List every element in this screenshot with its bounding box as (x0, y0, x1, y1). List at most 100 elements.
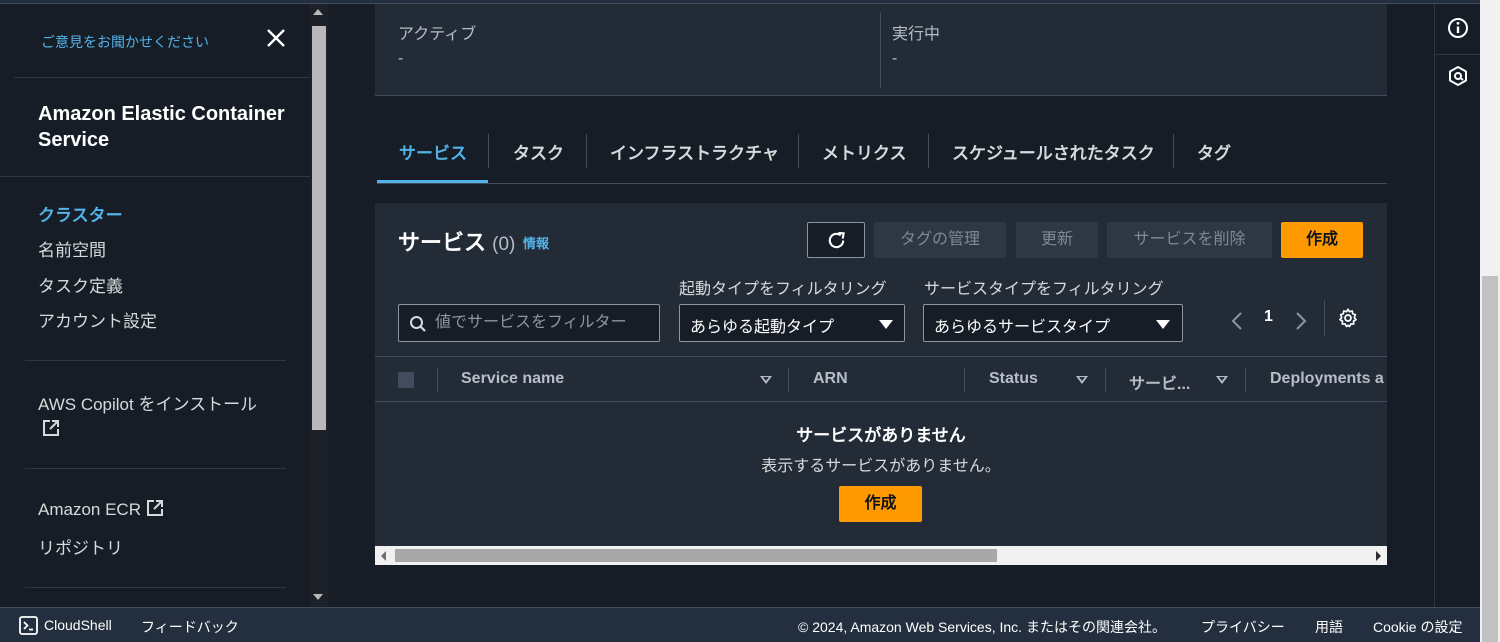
delete-service-button[interactable]: サービスを削除 (1107, 222, 1272, 258)
services-panel: サービス (0) 情報 タグの管理 更新 サービスを削除 作成 起動タイプをフィ… (375, 203, 1387, 565)
horizontal-scrollbar-thumb[interactable] (395, 549, 997, 562)
close-icon[interactable] (264, 26, 288, 50)
cloudshell-link[interactable]: CloudShell (44, 617, 112, 633)
column-divider (1105, 368, 1106, 392)
info-link[interactable]: 情報 (523, 233, 549, 252)
active-label: アクティブ (398, 26, 477, 43)
sidebar-item-clusters[interactable]: クラスター (38, 201, 123, 226)
search-icon (410, 316, 426, 332)
tab-divider (928, 134, 929, 168)
tab-scheduled-tasks[interactable]: スケジュールされたタスク (952, 139, 1155, 164)
active-tab-indicator (377, 180, 488, 183)
tab-divider (586, 134, 587, 168)
services-count: (0) (492, 234, 516, 255)
services-heading: サービス (0) (398, 225, 515, 257)
cluster-tabs: サービス タスク インフラストラクチャ メトリクス スケジュールされたタスク タ… (377, 130, 1387, 184)
gear-icon[interactable] (1337, 307, 1359, 329)
scroll-up-arrow[interactable] (313, 9, 323, 15)
pager-divider (1324, 300, 1325, 336)
launch-type-select[interactable]: あらゆる起動タイプ (679, 304, 905, 342)
footer-feedback-link[interactable]: フィードバック (141, 617, 239, 637)
column-divider (1245, 368, 1246, 392)
table-horizontal-scrollbar[interactable] (375, 546, 1387, 565)
column-divider (964, 368, 965, 392)
feedback-link[interactable]: ご意見をお聞かせください (41, 32, 209, 52)
sidebar-divider (0, 176, 310, 177)
col-status[interactable]: Status (989, 370, 1038, 388)
cloudshell-icon[interactable] (19, 616, 38, 635)
cookie-settings-link[interactable]: Cookie の設定 (1373, 617, 1462, 637)
settings-hex-icon[interactable] (1447, 65, 1469, 87)
privacy-link[interactable]: プライバシー (1201, 617, 1285, 637)
sidebar-item-task-definitions[interactable]: タスク定義 (38, 272, 123, 297)
running-value: - (892, 50, 898, 67)
search-input[interactable] (435, 313, 650, 333)
external-link-icon (146, 500, 163, 516)
sort-icon[interactable] (1076, 376, 1088, 384)
launch-type-value: あらゆる起動タイプ (690, 319, 835, 336)
sort-icon[interactable] (760, 376, 772, 384)
copyright-text: © 2024, Amazon Web Services, Inc. またはその関… (798, 619, 1166, 635)
sidebar-divider (25, 360, 286, 361)
refresh-icon (828, 231, 845, 249)
empty-state-title: サービスがありません (796, 426, 966, 445)
info-icon[interactable] (1447, 17, 1469, 39)
refresh-button[interactable] (807, 222, 865, 258)
table-header: Service name ARN Status サービ... Deploymen… (375, 356, 1387, 402)
service-type-filter-label: サービスタイプをフィルタリング (924, 281, 1164, 298)
console-footer: CloudShell フィードバック © 2024, Amazon Web Se… (0, 607, 1480, 642)
column-divider (788, 368, 789, 392)
service-type-value: あらゆるサービスタイプ (934, 319, 1111, 336)
sort-icon[interactable] (1216, 376, 1228, 384)
caret-down-icon (1156, 320, 1170, 329)
col-service-type[interactable]: サービ... (1129, 370, 1190, 394)
caret-down-icon (879, 320, 893, 329)
col-arn[interactable]: ARN (813, 370, 848, 388)
tab-metrics[interactable]: メトリクス (822, 139, 907, 164)
sidebar-item-namespaces[interactable]: 名前空間 (38, 236, 106, 261)
create-button[interactable]: 作成 (1281, 222, 1363, 258)
scroll-right-arrow[interactable] (1376, 551, 1381, 561)
col-service-name[interactable]: Service name (461, 370, 564, 388)
running-label: 実行中 (892, 26, 941, 43)
service-title[interactable]: Amazon Elastic Container Service (38, 101, 288, 153)
select-all-checkbox[interactable] (398, 372, 414, 388)
sidebar-item-ecr-label: Amazon ECR (38, 500, 141, 519)
tab-services[interactable]: サービス (399, 139, 467, 164)
tab-tags[interactable]: タグ (1197, 139, 1231, 164)
scroll-down-arrow[interactable] (313, 594, 323, 600)
empty-create-button[interactable]: 作成 (839, 486, 922, 522)
tab-divider (1173, 134, 1174, 168)
sidebar-item-copilot[interactable]: AWS Copilot をインストール (38, 390, 257, 415)
page-scrollbar-thumb[interactable] (1482, 276, 1498, 642)
right-tools-rail (1434, 4, 1481, 607)
manage-tags-button[interactable]: タグの管理 (874, 222, 1006, 258)
empty-state-description: 表示するサービスがありません。 (761, 458, 1001, 475)
tab-divider (798, 134, 799, 168)
sidebar-item-repositories[interactable]: リポジトリ (38, 534, 123, 559)
ecs-console: ご意見をお聞かせください Amazon Elastic Container Se… (0, 0, 1500, 642)
tab-divider (488, 134, 489, 168)
sidebar-divider (25, 468, 286, 469)
status-card: アクティブ - 実行中 - (375, 4, 1387, 96)
sidebar-scrollbar-thumb[interactable] (312, 26, 326, 430)
rail-divider (1435, 54, 1481, 55)
chevron-left-icon[interactable] (1228, 309, 1246, 333)
column-divider (437, 368, 438, 392)
active-value: - (398, 50, 404, 67)
terms-link[interactable]: 用語 (1315, 617, 1343, 637)
sidebar-item-ecr[interactable]: Amazon ECR (38, 499, 164, 520)
sidebar-item-account-settings[interactable]: アカウント設定 (38, 307, 157, 332)
scroll-left-arrow[interactable] (381, 551, 386, 561)
tab-infrastructure[interactable]: インフラストラクチャ (610, 139, 779, 164)
col-deployments[interactable]: Deployments a (1270, 370, 1384, 388)
search-field[interactable] (398, 304, 660, 342)
update-button[interactable]: 更新 (1016, 222, 1098, 258)
chevron-right-icon[interactable] (1292, 309, 1310, 333)
page-number[interactable]: 1 (1264, 308, 1273, 326)
tab-tasks[interactable]: タスク (513, 139, 564, 164)
services-title: サービス (398, 230, 487, 255)
service-type-select[interactable]: あらゆるサービスタイプ (923, 304, 1183, 342)
launch-filter-label: 起動タイプをフィルタリング (679, 281, 887, 298)
external-link-icon[interactable] (42, 419, 60, 437)
